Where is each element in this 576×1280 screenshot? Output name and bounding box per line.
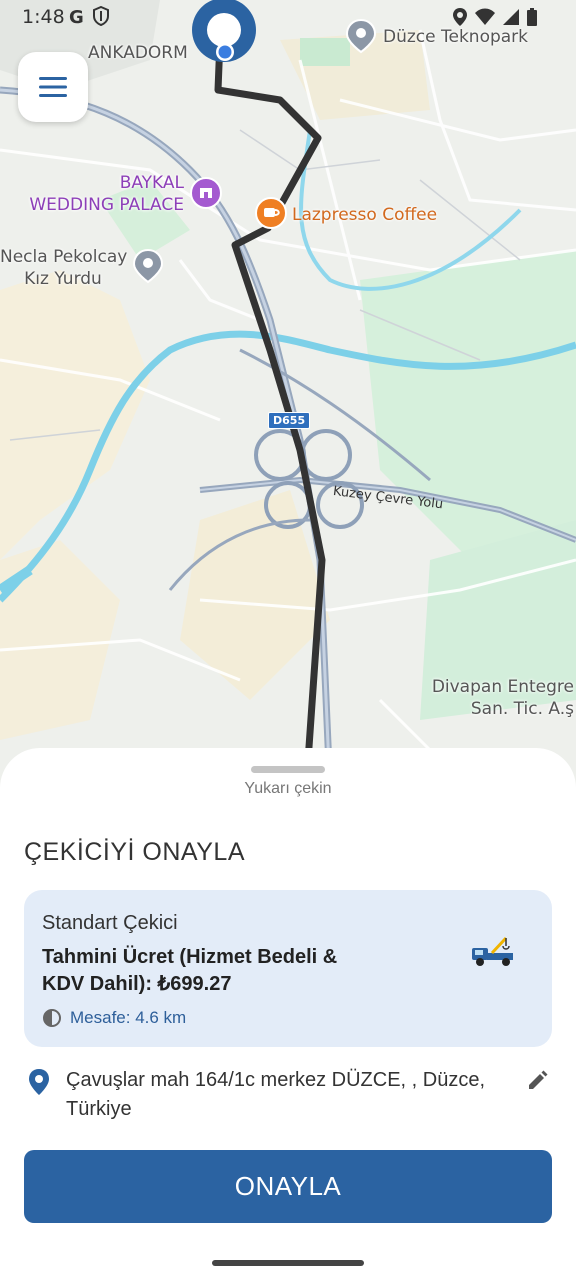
poi-baykal-line1: BAYKAL <box>119 173 184 193</box>
edit-icon[interactable] <box>526 1068 550 1092</box>
wifi-icon <box>475 8 495 25</box>
menu-button[interactable] <box>18 52 88 122</box>
confirm-button[interactable]: ONAYLA <box>24 1150 552 1223</box>
map-canvas <box>0 0 576 790</box>
tow-truck-icon <box>472 936 513 966</box>
google-icon: G <box>69 7 84 25</box>
status-left-icons: G <box>68 6 110 26</box>
poi-divapan-line2: San. Tic. A.ş <box>470 699 574 719</box>
address-text: Çavuşlar mah 164/1c merkez DÜZCE, , Düzc… <box>66 1069 486 1120</box>
poi-ankadorm[interactable]: ANKADORM <box>88 42 188 64</box>
shield-icon <box>93 6 109 26</box>
road-shield-d655: D655 <box>268 412 311 429</box>
service-type: Standart Çekici <box>42 912 178 934</box>
wedding-venue-icon[interactable] <box>189 176 223 210</box>
poi-divapan-line1: Divapan Entegre <box>431 677 574 697</box>
pull-hint: Yukarı çekin <box>244 780 332 797</box>
estimated-price: Tahmini Ücret (Hizmet Bedeli & KDV Dahil… <box>42 946 338 995</box>
service-card: Standart Çekici Tahmini Ücret (Hizmet Be… <box>24 890 552 1047</box>
hamburger-menu-icon <box>39 77 67 97</box>
poi-necla-line1: Necla Pekolcay <box>0 247 128 267</box>
battery-icon <box>527 8 537 26</box>
distance-row: Mesafe: 4.6 km <box>42 1008 186 1028</box>
poi-baykal[interactable]: BAYKAL WEDDING PALACE <box>24 172 184 216</box>
home-indicator[interactable] <box>212 1260 364 1266</box>
poi-baykal-line2: WEDDING PALACE <box>29 195 184 215</box>
drag-handle[interactable] <box>251 766 325 773</box>
sheet-title: ÇEKİCİYİ ONAYLA <box>24 838 245 866</box>
poi-divapan[interactable]: Divapan Entegre San. Tic. A.ş <box>420 676 574 720</box>
bottom-sheet[interactable]: Yukarı çekin ÇEKİCİYİ ONAYLA Standart Çe… <box>0 748 576 1280</box>
status-right-icons <box>452 7 538 27</box>
status-bar: 1:48 G <box>0 0 576 34</box>
coffee-icon[interactable] <box>254 196 288 230</box>
signal-icon <box>503 9 519 25</box>
poi-necla[interactable]: Necla Pekolcay Kız Yurdu <box>0 246 128 290</box>
status-time: 1:48 <box>22 6 65 28</box>
location-pin-icon <box>29 1069 49 1095</box>
distance-text: Mesafe: 4.6 km <box>70 1008 187 1027</box>
poi-lazpresso[interactable]: Lazpresso Coffee <box>292 204 437 226</box>
poi-necla-line2: Kız Yurdu <box>24 269 102 289</box>
svg-text:G: G <box>69 7 84 25</box>
distance-icon <box>43 1009 61 1027</box>
location-icon <box>453 8 467 26</box>
map-view[interactable]: ANKADORM Düzce Teknopark BAYKAL WEDDING … <box>0 0 576 790</box>
dorm-pin-icon[interactable] <box>132 248 164 284</box>
